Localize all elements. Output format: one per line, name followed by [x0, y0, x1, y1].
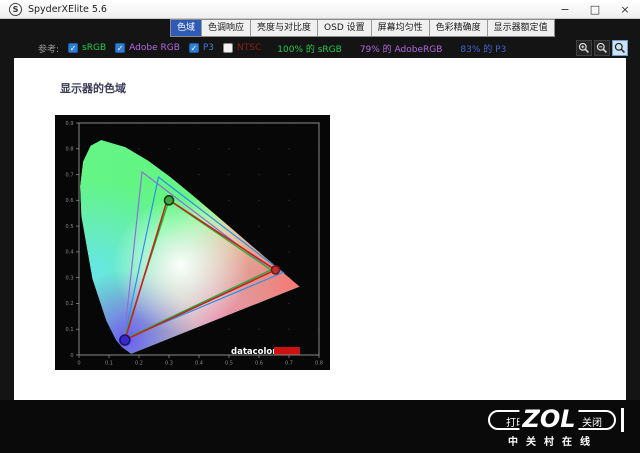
checkbox-label: sRGB	[82, 43, 107, 53]
checkbox-label: Adobe RGB	[129, 43, 180, 53]
svg-text:0.9: 0.9	[66, 121, 74, 127]
datacolor-logo: datacolor	[231, 347, 277, 357]
minimize-button[interactable]: −	[550, 0, 580, 18]
svg-text:0.5: 0.5	[66, 224, 74, 230]
reference-toolbar: 参考: ✓ sRGB ✓ Adobe RGB ✓ P3 NTSC 100% 的 sRGB 79…	[0, 38, 640, 58]
window-controls: − □ ×	[550, 0, 640, 18]
title-bar: S SpyderXElite 5.6 − □ ×	[0, 0, 640, 19]
app-window: S SpyderXElite 5.6 − □ × 色域 色调响应 亮度与对比度 OSD…	[0, 0, 640, 453]
svg-text:0.6: 0.6	[255, 361, 263, 367]
zoom-button-group	[576, 40, 628, 56]
zoom-reset-button[interactable]	[612, 40, 628, 56]
green-primary-marker	[163, 195, 175, 206]
zol-logo: ZOL	[519, 403, 579, 435]
blue-primary-marker	[119, 334, 131, 346]
zol-logo-subtitle: 中关村在线	[508, 437, 598, 448]
footer-button-row: 打印 关闭 ZOL	[474, 403, 624, 435]
checkbox-label: NTSC	[237, 43, 262, 53]
tab-6[interactable]: 显示器额定值	[488, 20, 554, 36]
tab-4[interactable]: 屏幕均匀性	[372, 20, 430, 36]
tab-2[interactable]: 亮度与对比度	[251, 20, 319, 36]
reference-checkbox-0[interactable]: ✓ sRGB	[68, 43, 106, 53]
app-icon: S	[9, 2, 22, 16]
checkbox-icon[interactable]	[223, 43, 234, 53]
reference-checkboxes: ✓ sRGB ✓ Adobe RGB ✓ P3 NTSC	[59, 43, 261, 53]
chrome-area: 色域 色调响应 亮度与对比度 OSD 设置 屏幕均匀性 色彩精确度 显示器额定值 参考: ✓…	[0, 19, 640, 58]
tab-strip: 色域 色调响应 亮度与对比度 OSD 设置 屏幕均匀性 色彩精确度 显示器额定值	[170, 19, 555, 37]
svg-text:0.1: 0.1	[105, 361, 113, 367]
tab-5[interactable]: 色彩精确度	[430, 20, 488, 36]
page-title: 显示器的色域	[60, 82, 126, 95]
zol-logo-bar	[621, 408, 624, 432]
gamut-coverage-readouts: 100% 的 sRGB 79% 的 AdobeRGB 83% 的 P3	[277, 42, 506, 55]
maximize-button[interactable]: □	[580, 0, 610, 18]
zoom-in-button[interactable]	[576, 40, 592, 56]
reference-checkbox-3[interactable]: NTSC	[223, 43, 261, 53]
svg-text:0.3: 0.3	[165, 361, 173, 367]
coverage-readout-0: 100% 的 sRGB	[277, 44, 342, 55]
tab-0[interactable]: 色域	[171, 20, 203, 36]
window-title: SpyderXElite 5.6	[28, 3, 107, 15]
reference-checkbox-2[interactable]: ✓ P3	[188, 43, 215, 53]
checkbox-icon[interactable]: ✓	[68, 43, 79, 53]
svg-text:0.3: 0.3	[66, 275, 74, 281]
svg-text:0.2: 0.2	[135, 361, 143, 367]
checkbox-label: P3	[202, 43, 215, 53]
zoom-out-button[interactable]	[594, 40, 610, 56]
coverage-readout-1: 79% 的 AdobeRGB	[359, 44, 443, 55]
close-window-button[interactable]: ×	[610, 0, 640, 18]
svg-text:0.8: 0.8	[315, 361, 323, 367]
svg-text:0.5: 0.5	[225, 361, 233, 367]
magnifier-minus-icon	[596, 42, 608, 54]
svg-text:0.7: 0.7	[66, 172, 74, 178]
cie-chromaticity-chart: 0 0.1 0.2 0.3 0.4 0.5 0.6 0.7 0.8 0 0.1 0.2 0.3 0.4 0.…	[55, 115, 330, 370]
tab-3[interactable]: OSD 设置	[318, 20, 372, 36]
reference-checkbox-1[interactable]: ✓ Adobe RGB	[115, 43, 180, 53]
checkbox-icon[interactable]: ✓	[188, 43, 199, 53]
cie-plot-svg: 0 0.1 0.2 0.3 0.4 0.5 0.6 0.7 0.8 0 0.1 0.2 0.3 0.4 0.…	[66, 121, 323, 367]
checkbox-icon[interactable]: ✓	[115, 43, 126, 53]
svg-text:0.4: 0.4	[66, 250, 74, 256]
tab-1[interactable]: 色调响应	[202, 20, 252, 36]
footer-bar: 打印 关闭 ZOL 中关村在线	[0, 400, 640, 453]
svg-text:0.7: 0.7	[285, 361, 293, 367]
magnifier-plus-icon	[578, 42, 590, 54]
coverage-readout-2: 83% 的 P3	[460, 44, 507, 55]
reference-label: 参考:	[38, 44, 60, 55]
magnifier-icon	[614, 42, 626, 54]
svg-text:0.8: 0.8	[66, 147, 74, 153]
datacolor-logo-accent	[274, 347, 300, 355]
zol-watermark: 打印 关闭 ZOL 中关村在线	[474, 403, 624, 448]
svg-text:0.2: 0.2	[66, 301, 74, 307]
svg-text:0.6: 0.6	[66, 198, 74, 204]
content-panel: 显示器的色域 0 0.1 0.2 0.3 0.4 0.5 0.6 0.7 0.8…	[14, 58, 626, 400]
close-button[interactable]: 关闭	[582, 414, 602, 429]
svg-text:0.4: 0.4	[195, 361, 203, 367]
svg-text:0: 0	[77, 361, 80, 367]
red-primary-marker	[270, 265, 281, 275]
svg-text:0: 0	[70, 353, 73, 359]
svg-text:0.1: 0.1	[66, 327, 74, 333]
